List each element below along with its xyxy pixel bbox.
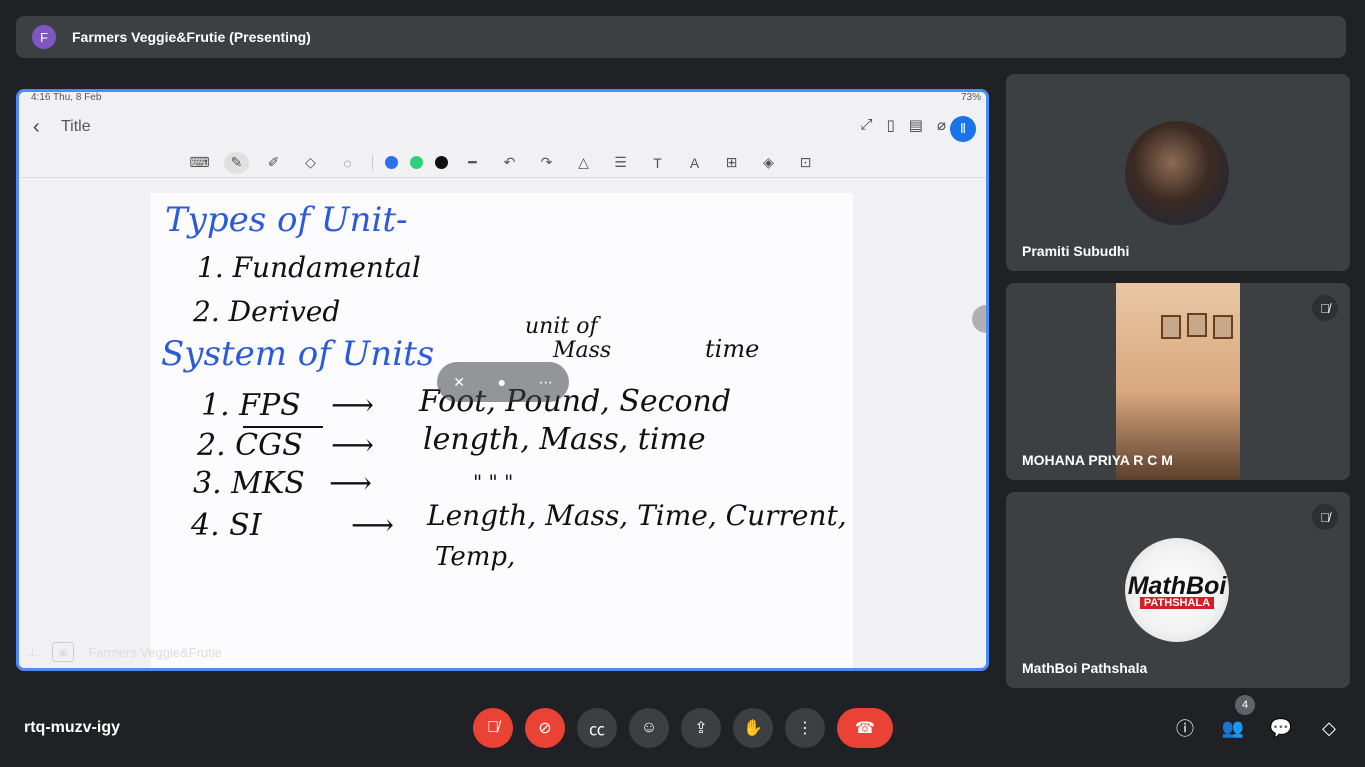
blue-color-swatch[interactable] [385,156,398,169]
attach-icon[interactable]: ⌀ [937,116,946,134]
activities-icon[interactable]: ◇ [1317,716,1341,740]
mic-off-button[interactable]: 🎙̸ [473,708,513,748]
hw-arrow-2: ⟶ [331,428,374,463]
participant-video [1116,283,1240,480]
pin-icon[interactable]: ⊥ [27,644,38,660]
text-icon[interactable]: T [645,152,670,174]
participant-tile-mathboi[interactable]: 🎙̸ MathBoi PATHSHALA MathBoi Pathshala [1006,492,1350,688]
shapes-icon[interactable]: ◈ [756,152,781,174]
logo-subtext: PATHSHALA [1139,596,1215,609]
participant-count-badge: 4 [1235,695,1255,715]
undo-icon[interactable]: ↶ [497,152,522,174]
tablet-status-bar: 4:16 Thu, 8 Feb 73% [31,92,981,106]
avatar: MathBoi PATHSHALA [1125,538,1229,642]
stroke-width-icon[interactable]: ━ [460,152,485,174]
hw-time: time [705,335,759,363]
status-time: 4:16 Thu, 8 Feb [31,92,102,103]
page-icon[interactable]: ▤ [909,116,923,134]
lock-icon[interactable]: ⊡ [793,152,818,174]
participant-tile-pramiti[interactable]: Pramiti Subudhi [1006,74,1350,271]
hw-unit-of: unit of [525,314,601,339]
align-icon[interactable]: ☰ [608,152,633,174]
presenter-avatar: F [32,25,56,49]
captions-button[interactable]: ㏄ [577,708,617,748]
participant-name: Pramiti Subudhi [1022,243,1130,259]
presenting-banner: F Farmers Veggie&Frutie (Presenting) [16,16,1346,58]
hw-arrow-3: ⟶ [329,466,372,501]
participant-tile-mohana[interactable]: 🎙̸ MOHANA PRIYA R C M [1006,283,1350,480]
unpin-icon[interactable]: ✕ [453,374,465,391]
ai-assist-icon[interactable]: A [682,152,707,174]
chat-icon[interactable]: 💬 [1269,716,1293,740]
speaking-indicator-icon: ⦀ [950,116,976,142]
redo-icon[interactable]: ↷ [534,152,559,174]
hw-row3-ditto: " " " [473,470,513,494]
hw-item1: 1. Fundamental [197,251,421,284]
hw-heading: Types of Unit- [165,200,407,240]
hw-item2: 2. Derived [192,295,340,328]
emoji-button[interactable]: ☺ [629,708,669,748]
highlighter-icon[interactable]: ✐ [261,152,286,174]
hw-row2-label: 2. CGS [196,428,303,463]
more-options-button[interactable]: ⋮ [785,708,825,748]
book-icon[interactable]: ▯ [887,116,895,134]
wall-frame [1213,315,1233,339]
meeting-code: rtq-muzv-igy [24,719,120,736]
info-icon[interactable]: ⓘ [1173,716,1197,740]
hw-mass: Mass [552,338,611,363]
hw-row1-label: 1. FPS [201,388,301,423]
mic-icon[interactable]: ● [498,374,506,390]
hw-row4-value: Length, Mass, Time, Current, [426,499,847,532]
convert-text-icon[interactable]: ⊞ [719,152,744,174]
avatar [1125,121,1229,225]
participant-name: MOHANA PRIYA R C M [1022,452,1173,468]
expand-icon[interactable]: ⤢ [861,116,873,134]
hw-row3-label: 3. MKS [193,466,305,501]
presenting-title: Farmers Veggie&Frutie (Presenting) [72,29,311,45]
camera-off-button[interactable]: ⊘ [525,708,565,748]
status-battery: 73% [960,92,981,103]
eraser-icon[interactable]: ◇ [298,152,323,174]
screen-share-icon[interactable]: ▣ [52,642,75,662]
hw-row2-value: length, Mass, time [423,422,706,457]
green-color-swatch[interactable] [410,156,423,169]
side-tools: ⓘ 👥 💬 ◇ [1173,716,1341,740]
floating-presenter-controls: ✕ ● ⋯ [437,362,569,402]
presenter-name-label: Farmers Veggie&Frutie [88,644,222,660]
mic-off-icon: 🎙̸ [1312,504,1338,530]
call-controls-bar: rtq-muzv-igy 🎙̸ ⊘ ㏄ ☺ ⇪ ✋ ⋮ ☎ ⓘ 👥 💬 ◇ [0,700,1365,767]
note-title[interactable]: Title [61,118,91,136]
toolbar-divider [372,154,373,171]
hw-arrow-1: ⟶ [331,388,374,423]
lasso-icon[interactable]: ◌ [335,152,360,174]
notes-app-bar: ‹ Title ⤢ ▯ ▤ ⌀ ⦀ [19,108,986,146]
back-arrow-icon[interactable]: ‹ [33,116,61,139]
leave-call-button[interactable]: ☎ [837,708,893,748]
pen-tool-icon[interactable]: ✎ [224,151,249,174]
app-bar-actions: ⤢ ▯ ▤ ⌀ [861,116,947,134]
present-button[interactable]: ⇪ [681,708,721,748]
people-icon[interactable]: 👥 [1221,716,1245,740]
hw-system: System of Units [161,334,434,374]
hw-row4-label: 4. SI [190,508,263,543]
hw-row4-value2: Temp, [435,542,515,572]
participant-name: MathBoi Pathshala [1022,660,1148,676]
hw-arrow-4: ⟶ [351,508,394,543]
wall-frame [1187,313,1207,337]
wall-frame [1161,315,1181,339]
more-icon[interactable]: ⋯ [539,374,553,391]
mic-off-icon: 🎙̸ [1312,295,1338,321]
black-color-swatch[interactable] [435,156,448,169]
stage-footer: ⊥ ▣ Farmers Veggie&Frutie [27,642,222,662]
keyboard-icon[interactable]: ⌨ [187,152,212,174]
main-controls: 🎙̸ ⊘ ㏄ ☺ ⇪ ✋ ⋮ ☎ [473,708,893,748]
note-canvas[interactable]: Types of Unit- 1. Fundamental 2. Derived… [151,193,853,668]
raise-hand-button[interactable]: ✋ [733,708,773,748]
edge-pen-handle[interactable] [972,305,986,333]
shape-icon[interactable]: △ [571,152,596,174]
pen-toolbar: ⌨ ✎ ✐ ◇ ◌ ━ ↶ ↷ △ ☰ T A ⊞ ◈ ⊡ [19,148,986,178]
shared-screen[interactable]: 4:16 Thu, 8 Feb 73% ‹ Title ⤢ ▯ ▤ ⌀ ⦀ ⌨ … [16,89,989,671]
